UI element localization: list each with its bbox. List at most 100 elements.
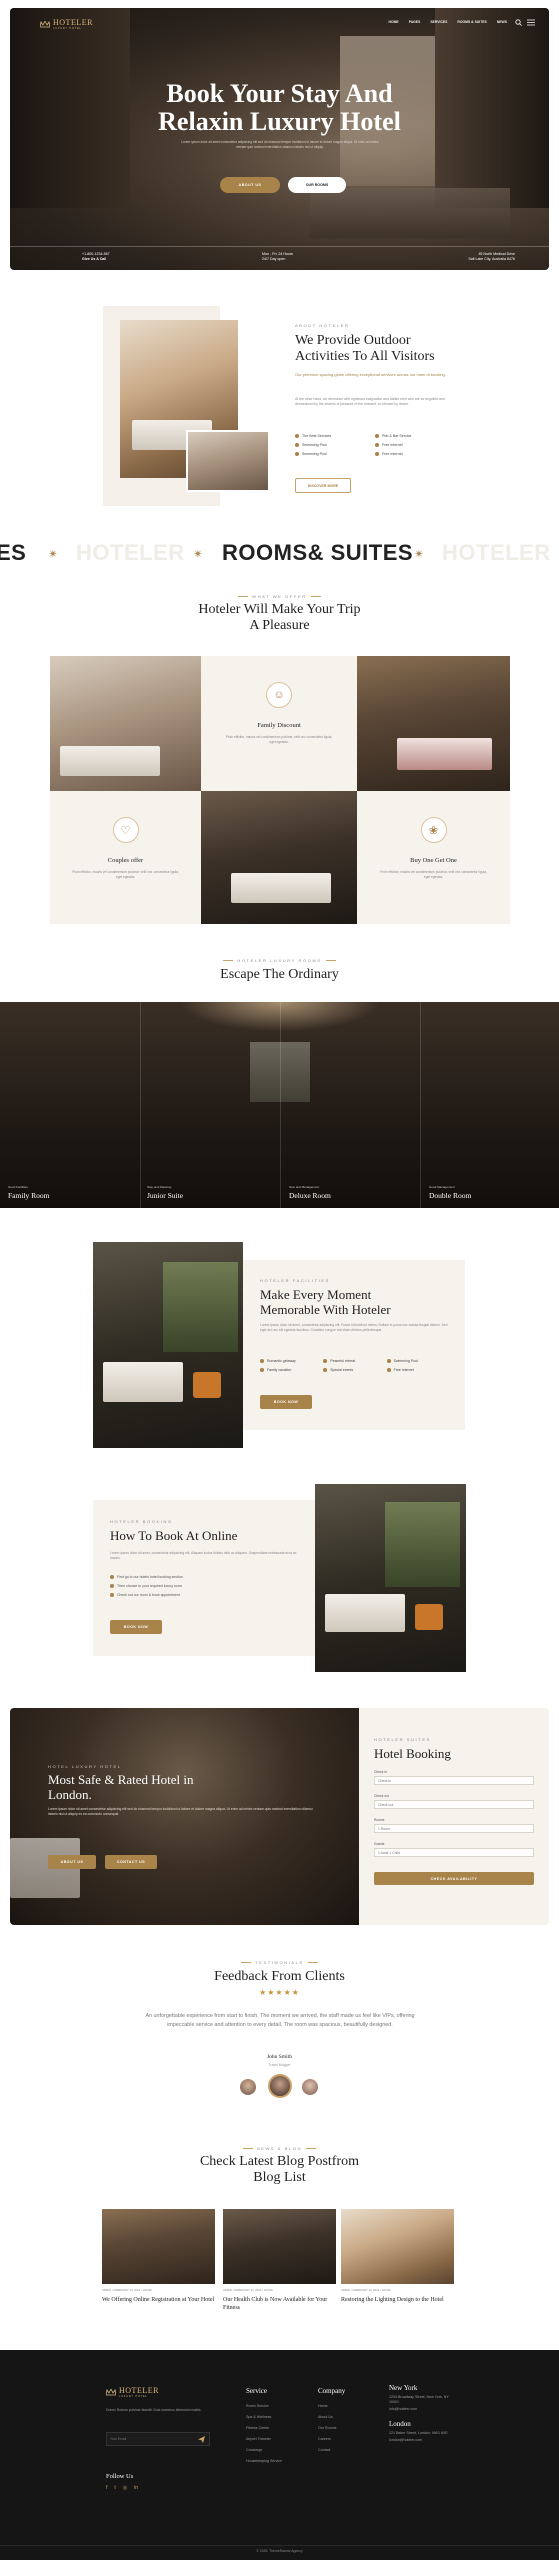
send-icon[interactable]	[198, 2436, 205, 2443]
offers-title: Hoteler Will Make Your Trip A Pleasure	[0, 602, 559, 634]
about-us-button[interactable]: ABOUT US	[220, 177, 280, 193]
footer-link[interactable]: Careers	[318, 2434, 345, 2445]
footer-london-email[interactable]: london@hoteler.com	[389, 2438, 449, 2443]
footer-link[interactable]: Airport Transfer	[246, 2434, 282, 2445]
armchair	[193, 1372, 221, 1398]
blog-post-title[interactable]: Restoring the Lighting Design to the Hot…	[341, 2296, 454, 2304]
booking-hero-title-line2: London.	[48, 1787, 92, 1802]
check-icon	[375, 443, 379, 448]
booking-contact-us-button[interactable]: CONTACT US	[105, 1855, 157, 1869]
rooms-input[interactable]	[374, 1824, 534, 1833]
booking-about-us-button[interactable]: ABOUT US	[48, 1855, 96, 1869]
footer-link[interactable]: Spa & Wellness	[246, 2412, 282, 2423]
check-icon	[295, 434, 299, 439]
nav-pages[interactable]: PAGES	[409, 20, 421, 24]
check-icon	[375, 452, 379, 457]
facebook-icon[interactable]: f	[106, 2485, 107, 2491]
footer-ny-email[interactable]: info@hoteler.com	[389, 2407, 449, 2412]
star-icon: ★	[291, 1988, 300, 1997]
memorable-feature-label: Family vacation	[267, 1368, 292, 1372]
memorable-book-now-button[interactable]: BOOK NOW	[260, 1395, 312, 1409]
offer-card-bogo: ❀ Buy One Get One Proin efficitur, mauri…	[357, 791, 510, 924]
brand-logo[interactable]: HOTELER LUXURY HOTEL	[40, 18, 93, 30]
avatar-left[interactable]	[240, 2079, 256, 2095]
check-icon	[295, 452, 299, 457]
linkedin-icon[interactable]: in	[134, 2485, 138, 2491]
checkin-input[interactable]	[374, 1776, 534, 1785]
about-feature-3: Swimming Pool	[295, 441, 375, 450]
howto-step-label: Check out our room & book appointment	[117, 1593, 180, 1597]
room-card-junior[interactable]: Stay and Relaxing Junior Suite	[140, 1002, 280, 1208]
blog-image-3[interactable]	[341, 2209, 454, 2284]
search-icon[interactable]	[515, 19, 522, 26]
blog-post-title[interactable]: We Offering Online Registration at Your …	[102, 2296, 215, 2304]
room-card-double[interactable]: Good Management Double Room	[420, 1002, 559, 1208]
room-card-deluxe[interactable]: Nice and Management Deluxe Room	[280, 1002, 420, 1208]
window-view	[163, 1262, 238, 1352]
blog-post-title[interactable]: Our Health Club is Now Available for You…	[223, 2296, 336, 2312]
footer-link[interactable]: Home	[318, 2401, 345, 2412]
offer-card-family: ☺ Family Discount Proin efficitur, mauri…	[201, 656, 357, 791]
footer-link[interactable]: Concierge	[246, 2445, 282, 2456]
hero-lede: Lorem ipsum dolor sit amet consectetur a…	[181, 140, 379, 149]
footer-follow-label: Follow Us	[106, 2473, 134, 2480]
howto-book-now-button[interactable]: BOOK NOW	[110, 1620, 162, 1634]
footer-link[interactable]: Contact	[318, 2445, 345, 2456]
nav-home[interactable]: HOME	[389, 20, 399, 24]
room-label: Nice and Management Deluxe Room	[289, 1185, 331, 1200]
star-icon: ✴	[414, 547, 425, 561]
room-tag: Stay and Relaxing	[147, 1185, 172, 1189]
check-availability-button[interactable]: CHECK AVAILABILITY	[374, 1872, 534, 1885]
blog-title: Check Latest Blog Postfrom Blog List	[0, 2154, 559, 2186]
footer-link[interactable]: Our Rooms	[318, 2423, 345, 2434]
testimonials-eyebrow: TESTIMONIALS	[0, 1960, 559, 1965]
nav-news[interactable]: NEWS	[497, 20, 507, 24]
discover-more-button[interactable]: DISCOVER MORE	[295, 478, 351, 493]
star-icon: ✴	[48, 547, 59, 561]
howto-step-1: First go to our hotels hotel booking sec…	[110, 1573, 183, 1582]
nav-rooms-suites[interactable]: ROOMS & SUITES	[457, 20, 486, 24]
about-feature-5: Swimming Pool	[295, 450, 375, 459]
hamburger-menu-icon[interactable]	[527, 19, 535, 26]
footer-link[interactable]: Room Service	[246, 2401, 282, 2412]
star-icon: ★	[275, 1988, 284, 1997]
room-tag: Good Management	[429, 1185, 455, 1189]
newsletter-email-input[interactable]	[107, 2433, 195, 2445]
footer-link[interactable]: About Us	[318, 2412, 345, 2423]
howto-steps: First go to our hotels hotel booking sec…	[110, 1573, 183, 1600]
star-icon: ★	[283, 1988, 292, 1997]
room-label: Stay and Relaxing Junior Suite	[147, 1185, 183, 1200]
memorable-feature-1: Romantic getaway	[260, 1357, 323, 1366]
blog-image-2[interactable]	[223, 2209, 336, 2284]
howto-step-2: Then choose to your required luxury room	[110, 1582, 183, 1591]
offers-eyebrow: WHAT WE OFFER	[0, 594, 559, 599]
nav-services[interactable]: SERVICES	[430, 20, 447, 24]
hero-section: HOTELER LUXURY HOTEL HOME PAGES SERVICES…	[10, 8, 549, 270]
field-label: Check in	[374, 1770, 387, 1774]
twitter-icon[interactable]: t	[114, 2485, 115, 2491]
room-card-family[interactable]: Good Facilities Family Room	[0, 1002, 140, 1208]
hero-info-hours-label: 24/7 Day open	[262, 257, 286, 261]
footer-link[interactable]: Fitness Center	[246, 2423, 282, 2434]
footer-link[interactable]: Housekeeping Service	[246, 2456, 282, 2467]
howto-step-label: Then choose to your required luxury room	[117, 1584, 182, 1588]
howto-eyebrow: HOTELER BOOKING	[110, 1519, 173, 1524]
footer-brand-tagline: LUXURY HOTEL	[119, 2395, 148, 2398]
avatar-right[interactable]	[302, 2079, 318, 2095]
checkout-input[interactable]	[374, 1800, 534, 1809]
footer-newsletter	[106, 2432, 210, 2446]
avatar-active[interactable]	[268, 2074, 292, 2098]
check-icon	[295, 443, 299, 448]
instagram-icon[interactable]: ◎	[123, 2485, 127, 2491]
blog-image-1[interactable]	[102, 2209, 215, 2284]
our-rooms-button[interactable]: OUR ROOMS	[288, 177, 346, 193]
blog-title-line1: Check Latest Blog Postfrom	[199, 2154, 360, 2169]
booking-hero-body: Lorem ipsum dolor sit amet consectetur a…	[48, 1807, 313, 1816]
about-title-line2: Activities To All Visitors	[295, 349, 435, 364]
guests-input[interactable]	[374, 1848, 534, 1857]
rating-stars: ★★★★★	[0, 1988, 559, 1997]
footer-logo[interactable]: HOTELER LUXURY HOTEL	[106, 2386, 159, 2398]
howto-image	[315, 1484, 466, 1672]
about-feature-label: Free Internet	[382, 443, 403, 447]
brand-name: HOTELER	[53, 18, 93, 27]
